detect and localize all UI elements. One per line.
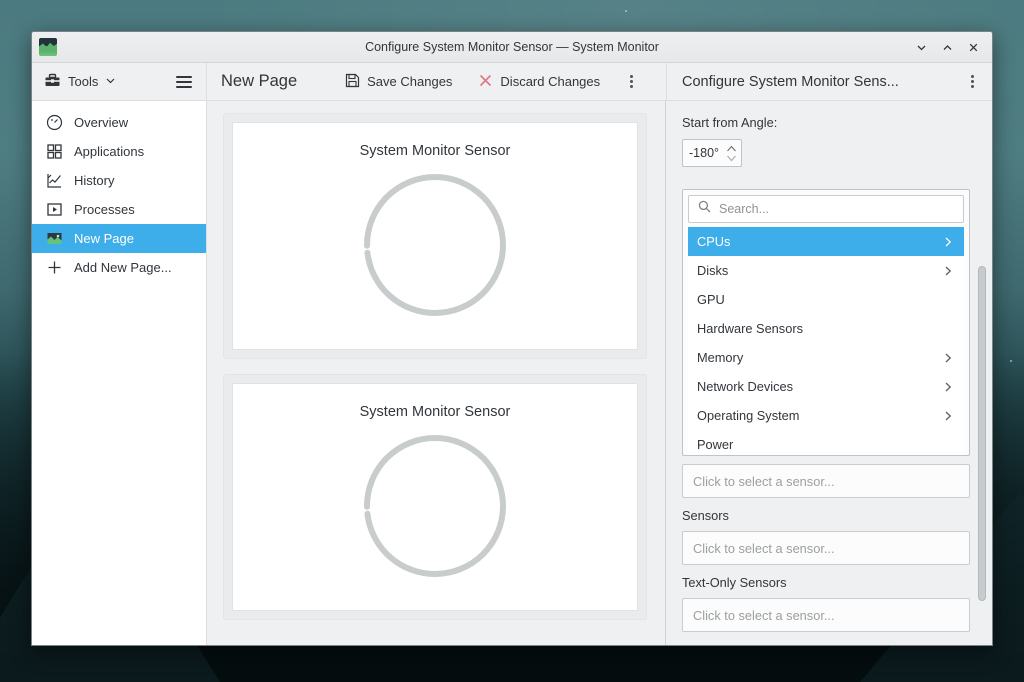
chevron-right-icon [942, 265, 954, 277]
sensor-widget-title: System Monitor Sensor [360, 143, 511, 159]
plus-icon [45, 259, 63, 277]
spinner-arrows-icon[interactable] [726, 145, 737, 162]
play-box-icon [45, 201, 63, 219]
sensor-select-field-1[interactable]: Click to select a sensor... [682, 464, 970, 498]
sidebar-item-label: Processes [74, 202, 135, 217]
sensor-category-label: Power [697, 437, 733, 452]
sidebar-item-applications[interactable]: Applications [32, 137, 206, 166]
hamburger-menu-icon[interactable] [176, 76, 192, 88]
config-kebab-menu-icon[interactable] [963, 71, 982, 92]
sensor-select-placeholder: Click to select a sensor... [693, 474, 835, 489]
speedometer-icon [45, 114, 63, 132]
sidebar-item-processes[interactable]: Processes [32, 195, 206, 224]
toolbar-left-section: Tools [32, 63, 207, 100]
config-panel: Start from Angle: -180° [666, 101, 992, 645]
sensor-category-label: Hardware Sensors [697, 321, 803, 336]
sensor-select-placeholder: Click to select a sensor... [693, 541, 835, 556]
sidebar-item-label: History [74, 173, 114, 188]
sidebar-item-history[interactable]: History [32, 166, 206, 195]
sidebar: Overview Applications [32, 101, 207, 645]
sensor-category-label: Network Devices [697, 379, 793, 394]
sensor-select-field-3[interactable]: Click to select a sensor... [682, 598, 970, 632]
start-angle-label: Start from Angle: [682, 115, 970, 130]
search-icon [698, 200, 711, 218]
sidebar-item-label: Applications [74, 144, 144, 159]
sensor-category-hardware-sensors[interactable]: Hardware Sensors [688, 314, 964, 343]
discard-changes-label: Discard Changes [500, 74, 600, 89]
toolbar-main-section: New Page Save Changes Discard Changes [207, 63, 666, 100]
title-bar[interactable]: Configure System Monitor Sensor — System… [32, 32, 992, 63]
sensor-category-memory[interactable]: Memory [688, 343, 964, 372]
page-title: New Page [221, 72, 297, 91]
sidebar-item-label: New Page [74, 231, 134, 246]
wallpaper-star [625, 10, 627, 12]
sensor-category-label: Disks [697, 263, 728, 278]
search-field[interactable] [719, 202, 954, 216]
text-only-sensors-section-label: Text-Only Sensors [682, 575, 970, 590]
sensor-select-field-2[interactable]: Click to select a sensor... [682, 531, 970, 565]
image-chart-icon [45, 230, 63, 248]
sensor-category-label: Memory [697, 350, 743, 365]
floppy-save-icon [345, 73, 360, 91]
sidebar-item-label: Add New Page... [74, 260, 172, 275]
save-changes-label: Save Changes [367, 74, 452, 89]
toolbox-icon [44, 72, 61, 92]
ring-gauge [359, 169, 511, 326]
chevron-right-icon [942, 410, 954, 422]
sensors-section-label: Sensors [682, 508, 970, 523]
wallpaper-star [1010, 360, 1012, 362]
toolbar-config-section: Configure System Monitor Sens... [666, 63, 992, 100]
sensor-category-label: CPUs [697, 234, 730, 249]
close-x-icon [478, 73, 493, 91]
page-content: System Monitor Sensor System Monitor Sen… [207, 101, 666, 645]
sidebar-item-add-new-page[interactable]: Add New Page... [32, 253, 206, 282]
sidebar-item-new-page[interactable]: New Page [32, 224, 206, 253]
sensor-widget-title: System Monitor Sensor [360, 404, 511, 420]
save-changes-button[interactable]: Save Changes [337, 69, 460, 95]
config-panel-scrollbar[interactable] [978, 266, 986, 601]
window-title: Configure System Monitor Sensor — System… [32, 40, 992, 54]
grid-squares-icon [45, 143, 63, 161]
application-window: Configure System Monitor Sensor — System… [31, 31, 993, 646]
kebab-menu-icon[interactable] [622, 71, 641, 92]
sensor-category-label: GPU [697, 292, 725, 307]
sensor-category-network-devices[interactable]: Network Devices [688, 372, 964, 401]
sensor-category-cpus[interactable]: CPUs [688, 227, 964, 256]
sensor-category-label: Operating System [697, 408, 799, 423]
discard-changes-button[interactable]: Discard Changes [470, 69, 608, 95]
chevron-down-icon [105, 74, 116, 89]
chevron-right-icon [942, 352, 954, 364]
sensor-category-gpu[interactable]: GPU [688, 285, 964, 314]
sensor-category-power[interactable]: Power [688, 430, 964, 456]
sensor-widget-container[interactable]: System Monitor Sensor [223, 374, 647, 620]
sensor-category-disks[interactable]: Disks [688, 256, 964, 285]
toolbar: Tools New Page Save Changes [32, 63, 992, 101]
start-angle-value: -180° [689, 146, 719, 160]
sensor-category-operating-system[interactable]: Operating System [688, 401, 964, 430]
chevron-right-icon [942, 236, 954, 248]
start-angle-stepper[interactable]: -180° [682, 139, 742, 167]
line-chart-icon [45, 172, 63, 190]
sidebar-item-overview[interactable]: Overview [32, 108, 206, 137]
sensor-widget-container[interactable]: System Monitor Sensor [223, 113, 647, 359]
sensor-select-placeholder: Click to select a sensor... [693, 608, 835, 623]
config-panel-title: Configure System Monitor Sens... [682, 74, 899, 90]
ring-gauge [359, 430, 511, 587]
sensor-widget[interactable]: System Monitor Sensor [232, 122, 638, 350]
tools-label: Tools [68, 74, 98, 89]
sensor-widget[interactable]: System Monitor Sensor [232, 383, 638, 611]
search-input[interactable] [688, 195, 964, 223]
chevron-right-icon [942, 381, 954, 393]
window-body: Overview Applications [32, 101, 992, 645]
tools-button[interactable]: Tools [44, 72, 116, 92]
sensor-category-list[interactable]: CPUs Disks GPU Hardware Sensors [682, 189, 970, 456]
sidebar-item-label: Overview [74, 115, 128, 130]
scrollbar-thumb[interactable] [978, 266, 986, 601]
